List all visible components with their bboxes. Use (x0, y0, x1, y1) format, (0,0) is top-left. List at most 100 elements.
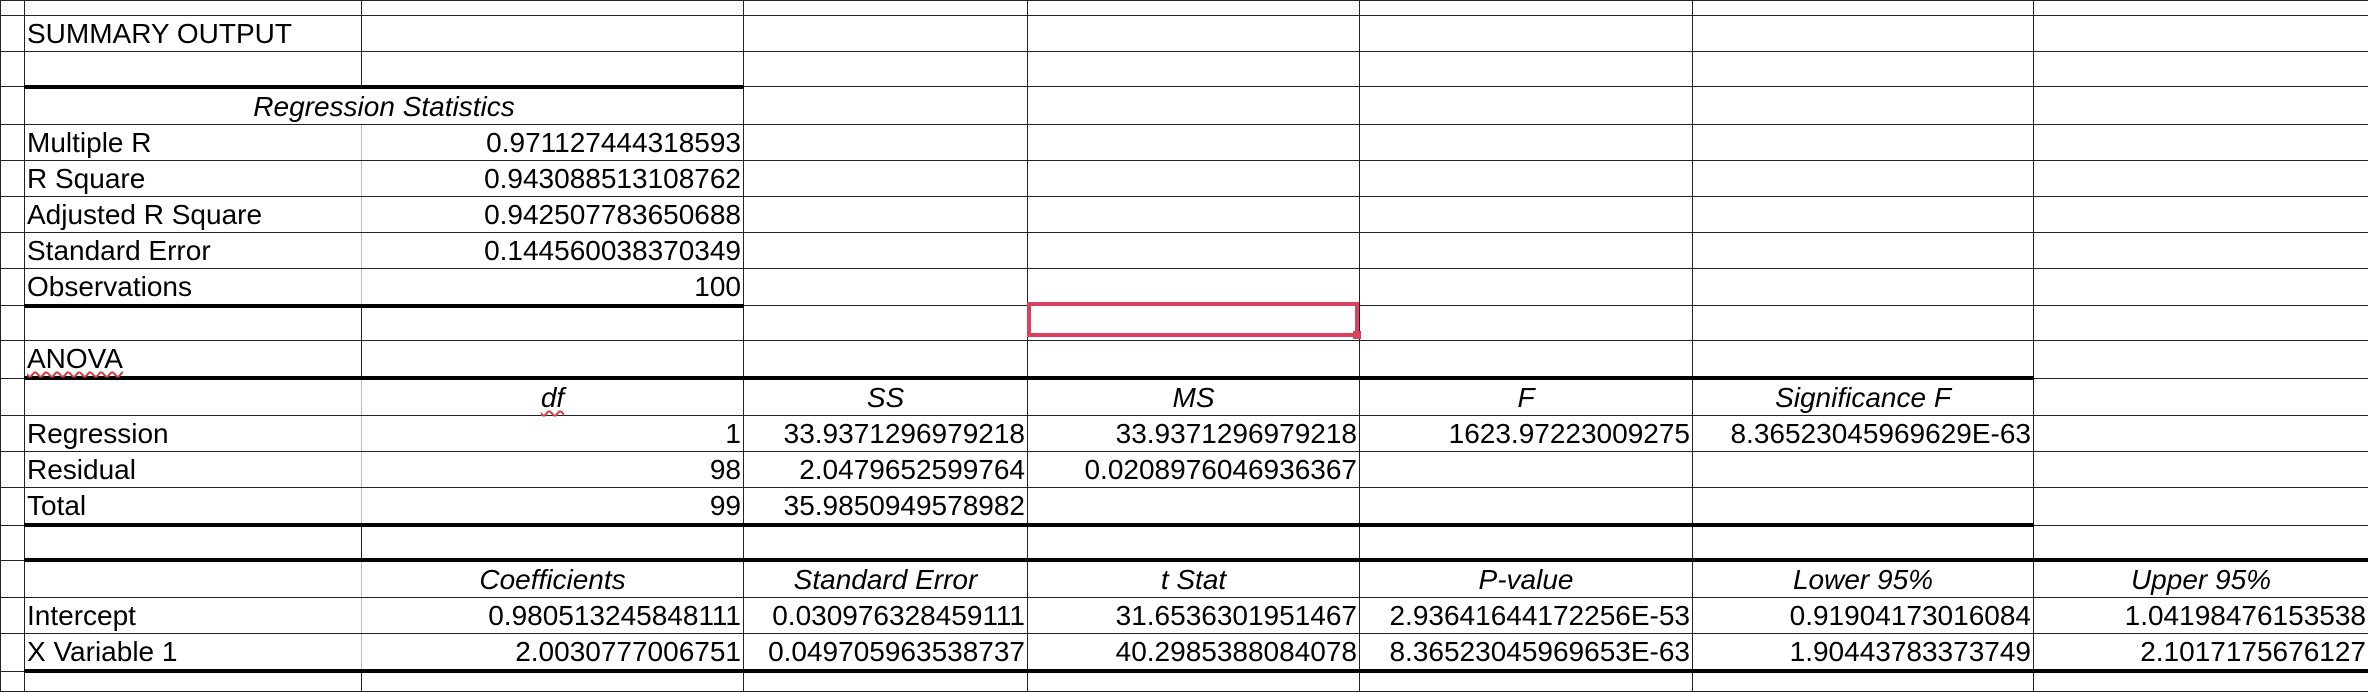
summary-title[interactable]: SUMMARY OUTPUT (25, 16, 362, 52)
cell[interactable] (744, 341, 1028, 379)
cell[interactable] (744, 525, 1028, 560)
anova-header-ss[interactable]: SS (744, 378, 1028, 416)
cell[interactable] (25, 306, 362, 341)
cell[interactable] (1, 196, 25, 232)
cell[interactable] (1360, 268, 1693, 306)
anova-f[interactable]: 1623.97223009275 (1360, 416, 1693, 452)
cell[interactable] (1, 52, 25, 87)
cell[interactable] (1028, 16, 1360, 52)
cell[interactable] (1, 341, 25, 379)
stat-label[interactable]: Observations (25, 268, 362, 306)
stat-label[interactable]: Adjusted R Square (25, 196, 362, 232)
anova-ms[interactable] (1028, 488, 1360, 526)
cell[interactable] (1028, 52, 1360, 87)
cell[interactable] (1, 160, 25, 196)
anova-df[interactable]: 98 (362, 452, 744, 488)
coef-lower[interactable]: 0.91904173016084 (1693, 598, 2034, 634)
coef-se[interactable]: 0.030976328459111 (744, 598, 1028, 634)
coef-row-label[interactable]: Intercept (25, 598, 362, 634)
coef-t[interactable]: 40.2985388084078 (1028, 634, 1360, 672)
coef-header-t-stat[interactable]: t Stat (1028, 560, 1360, 598)
cell[interactable] (1, 634, 25, 672)
stat-value[interactable]: 0.971127444318593 (362, 124, 744, 160)
cell[interactable] (1360, 16, 1693, 52)
cell[interactable] (362, 306, 744, 341)
cell[interactable] (1, 560, 25, 598)
cell[interactable] (1028, 268, 1360, 306)
cell[interactable] (744, 124, 1028, 160)
cell[interactable] (1028, 1, 1360, 16)
anova-row-label[interactable]: Regression (25, 416, 362, 452)
cell[interactable] (25, 52, 362, 87)
cell[interactable] (2034, 452, 2368, 488)
coef-value[interactable]: 2.0030777006751 (362, 634, 744, 672)
coef-upper[interactable]: 1.04198476153538 (2034, 598, 2368, 634)
cell[interactable] (362, 16, 744, 52)
stat-value[interactable]: 0.144560038370349 (362, 232, 744, 268)
cell[interactable] (25, 378, 362, 416)
cell[interactable] (362, 52, 744, 87)
cell[interactable] (1, 306, 25, 341)
cell[interactable] (1360, 341, 1693, 379)
cell[interactable] (1360, 232, 1693, 268)
cell[interactable] (2034, 124, 2368, 160)
cell[interactable] (1360, 671, 1693, 691)
cell[interactable] (25, 1, 362, 16)
cell[interactable] (1693, 232, 2034, 268)
spreadsheet[interactable]: SUMMARY OUTPUT Regression Statistics Mul… (0, 0, 2368, 687)
cell[interactable] (2034, 232, 2368, 268)
cell[interactable] (2034, 268, 2368, 306)
coef-row-label[interactable]: X Variable 1 (25, 634, 362, 672)
anova-row-label[interactable]: Residual (25, 452, 362, 488)
cell-grid[interactable]: SUMMARY OUTPUT Regression Statistics Mul… (0, 0, 2368, 692)
cell[interactable] (744, 306, 1028, 341)
anova-f[interactable] (1360, 488, 1693, 526)
cell[interactable] (1693, 196, 2034, 232)
cell[interactable] (1693, 306, 2034, 341)
anova-ss[interactable]: 33.9371296979218 (744, 416, 1028, 452)
cell[interactable] (1028, 341, 1360, 379)
cell[interactable] (362, 341, 744, 379)
cell[interactable] (1693, 16, 2034, 52)
cell[interactable] (1693, 160, 2034, 196)
stat-label[interactable]: R Square (25, 160, 362, 196)
anova-sig-f[interactable] (1693, 452, 2034, 488)
coef-lower[interactable]: 1.90443783373749 (1693, 634, 2034, 672)
cell[interactable] (1, 452, 25, 488)
cell[interactable] (25, 560, 362, 598)
cell[interactable] (1028, 160, 1360, 196)
cell[interactable] (1360, 87, 1693, 125)
cell[interactable] (1360, 525, 1693, 560)
anova-sig-f[interactable]: 8.36523045969629E-63 (1693, 416, 2034, 452)
anova-row-label[interactable]: Total (25, 488, 362, 526)
cell[interactable] (2034, 341, 2368, 379)
cell[interactable] (744, 196, 1028, 232)
coef-header-p-value[interactable]: P-value (1360, 560, 1693, 598)
anova-title[interactable]: ANOVA (25, 341, 362, 379)
coef-value[interactable]: 0.980513245848111 (362, 598, 744, 634)
cell[interactable] (1360, 124, 1693, 160)
coef-upper[interactable]: 2.1017175676127 (2034, 634, 2368, 672)
cell[interactable] (362, 671, 744, 691)
cell[interactable] (1, 598, 25, 634)
stat-label[interactable]: Standard Error (25, 232, 362, 268)
cell[interactable] (2034, 1, 2368, 16)
cell[interactable] (744, 268, 1028, 306)
cell[interactable] (2034, 671, 2368, 691)
coef-header-lower-95[interactable]: Lower 95% (1693, 560, 2034, 598)
anova-ms[interactable]: 33.9371296979218 (1028, 416, 1360, 452)
stat-value[interactable]: 100 (362, 268, 744, 306)
anova-header-f[interactable]: F (1360, 378, 1693, 416)
cell[interactable] (1, 378, 25, 416)
cell[interactable] (744, 232, 1028, 268)
cell[interactable] (744, 671, 1028, 691)
anova-ms[interactable]: 0.0208976046936367 (1028, 452, 1360, 488)
anova-ss[interactable]: 35.9850949578982 (744, 488, 1028, 526)
cell[interactable] (1360, 196, 1693, 232)
cell[interactable] (1693, 1, 2034, 16)
anova-sig-f[interactable] (1693, 488, 2034, 526)
coef-t[interactable]: 31.6536301951467 (1028, 598, 1360, 634)
cell[interactable] (1, 525, 25, 560)
cell[interactable] (1028, 671, 1360, 691)
cell[interactable] (2034, 196, 2368, 232)
